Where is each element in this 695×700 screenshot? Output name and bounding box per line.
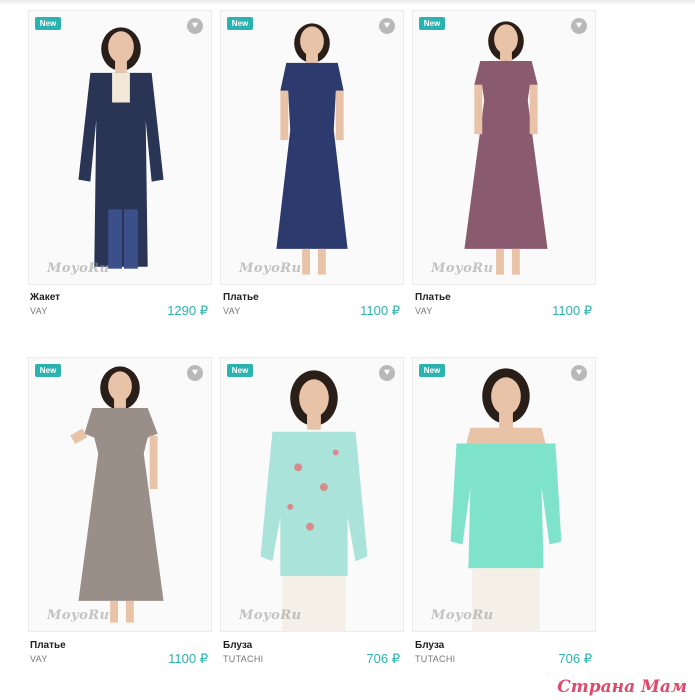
product-image [29, 11, 211, 284]
favorite-heart-icon[interactable]: ♥ [379, 365, 395, 381]
product-image [221, 358, 403, 631]
product-brand: VAY [30, 654, 48, 664]
favorite-heart-icon[interactable]: ♥ [379, 18, 395, 34]
product-card[interactable]: New ♥ MoyoRu [28, 357, 212, 632]
product-name[interactable]: Жакет [30, 292, 60, 303]
favorite-heart-icon[interactable]: ♥ [571, 365, 587, 381]
watermark-logo: MoyoRu [239, 608, 302, 623]
watermark-logo: MoyoRu [47, 608, 110, 623]
watermark-logo: MoyoRu [239, 261, 302, 276]
product-price: 1100 ₽ [360, 303, 400, 318]
watermark-logo: MoyoRu [47, 261, 110, 276]
new-badge: New [35, 17, 61, 30]
product-price: 1100 ₽ [168, 651, 208, 666]
product-price: 1290 ₽ [167, 303, 208, 318]
product-price: 706 ₽ [366, 651, 400, 666]
new-badge: New [419, 364, 445, 377]
product-card[interactable]: New ♥ MoyoRu [412, 357, 596, 632]
favorite-heart-icon[interactable]: ♥ [571, 18, 587, 34]
product-name[interactable]: Блуза [223, 640, 252, 651]
product-card[interactable]: New ♥ MoyoRu [220, 357, 404, 632]
top-divider [0, 0, 695, 4]
product-brand: VAY [30, 306, 48, 316]
product-brand: TUTACHI [223, 654, 264, 664]
watermark-logo: MoyoRu [431, 261, 494, 276]
new-badge: New [419, 17, 445, 30]
favorite-heart-icon[interactable]: ♥ [187, 18, 203, 34]
product-card[interactable]: New ♥ MoyoRu [28, 10, 212, 285]
favorite-heart-icon[interactable]: ♥ [187, 365, 203, 381]
new-badge: New [35, 364, 61, 377]
product-price: 706 ₽ [558, 651, 592, 666]
site-watermark-logo: Страна Мам [557, 677, 687, 697]
product-card[interactable]: New ♥ MoyoRu [412, 10, 596, 285]
watermark-logo: MoyoRu [431, 608, 494, 623]
product-name[interactable]: Платье [223, 292, 259, 303]
product-price: 1100 ₽ [552, 303, 592, 318]
product-name[interactable]: Платье [415, 292, 451, 303]
product-brand: VAY [415, 306, 433, 316]
product-brand: VAY [223, 306, 241, 316]
product-brand: TUTACHI [415, 654, 456, 664]
product-name[interactable]: Блуза [415, 640, 444, 651]
product-image [29, 358, 211, 631]
new-badge: New [227, 364, 253, 377]
product-image [413, 11, 595, 284]
product-card[interactable]: New ♥ MoyoRu [220, 10, 404, 285]
product-name[interactable]: Платье [30, 640, 66, 651]
product-image [221, 11, 403, 284]
product-image [413, 358, 595, 631]
new-badge: New [227, 17, 253, 30]
